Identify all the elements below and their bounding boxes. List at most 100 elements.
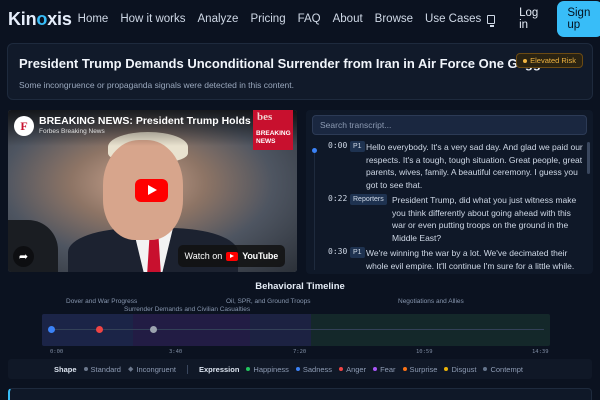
timeline-point[interactable] <box>48 326 55 333</box>
fear-dot-icon <box>373 367 378 371</box>
timeline-band-dover <box>42 314 134 346</box>
transcript-search-input[interactable] <box>312 115 587 135</box>
segment-text: President Trump, did what you just witne… <box>392 195 577 243</box>
youtube-icon <box>226 251 239 261</box>
transcript-scrollbar[interactable] <box>587 142 590 174</box>
legend-item-label: Contempt <box>490 364 523 374</box>
timeline-category-label: Surrender Demands and Civilian Casualtie… <box>124 306 251 313</box>
next-section-card <box>8 388 592 400</box>
channel-avatar[interactable]: F <box>14 116 34 136</box>
timeline-tick-label: 14:39 <box>532 349 549 355</box>
nav-link-browse[interactable]: Browse <box>369 13 419 25</box>
top-nav: Kinoxis Home How it works Analyze Pricin… <box>0 0 600 38</box>
nav-actions: Log in Sign up <box>487 1 600 37</box>
logo-text-post: xis <box>47 8 72 29</box>
legend-expression-item: Fear <box>373 364 396 374</box>
speaker-badge: P1 <box>350 247 365 258</box>
current-segment-dot <box>312 148 317 153</box>
legend-shape-label: Shape <box>54 364 77 374</box>
disgust-dot-icon <box>444 367 449 371</box>
legend-item-label: Standard <box>90 364 121 374</box>
video-channel[interactable]: Forbes Breaking News <box>39 128 105 135</box>
timeline-tick-label: 3:40 <box>169 349 183 355</box>
legend-divider <box>186 364 188 374</box>
legend-expression-item: Happiness <box>246 364 289 374</box>
happiness-dot-icon <box>246 367 251 371</box>
logo[interactable]: Kinoxis <box>8 9 72 30</box>
nav-link-pricing[interactable]: Pricing <box>244 13 291 25</box>
page-subtitle: Some incongruence or propaganda signals … <box>19 80 295 90</box>
watch-on-youtube-button[interactable]: Watch on YouTube <box>177 245 285 267</box>
risk-badge-label: Elevated Risk <box>530 56 576 65</box>
play-icon[interactable] <box>135 179 168 202</box>
legend-expression-item: Disgust <box>444 365 476 374</box>
timeline-point[interactable] <box>149 326 157 333</box>
video-title[interactable]: BREAKING NEWS: President Trump Holds Gag… <box>39 115 277 127</box>
signup-button[interactable]: Sign up <box>557 1 600 37</box>
login-link[interactable]: Log in <box>519 7 539 31</box>
timeline-title: Behavioral Timeline <box>255 281 345 292</box>
timeline-band-oil <box>250 314 312 346</box>
transcript-rail <box>314 150 315 270</box>
watch-on-label: Watch on <box>184 251 223 261</box>
timeline-point[interactable] <box>95 326 103 333</box>
legend-item-label: Surprise <box>409 364 438 374</box>
logo-text-pre: Kin <box>8 8 37 29</box>
timeline-category-label: Oil, SPR, and Ground Troops <box>226 298 311 305</box>
breaking-news-label: BREAKING NEWS <box>256 130 291 145</box>
analysis-header-card: President Trump Demands Unconditional Su… <box>7 43 593 100</box>
legend-item-label: Happiness <box>253 364 289 374</box>
segment-time[interactable]: 0:22 <box>328 194 347 203</box>
risk-badge: Elevated Risk <box>516 53 583 68</box>
segment-text: We're winning the war by a lot. We've de… <box>366 248 575 271</box>
nav-link-how-it-works[interactable]: How it works <box>114 13 191 25</box>
nav-link-analyze[interactable]: Analyze <box>192 13 245 25</box>
segment-time[interactable]: 0:30 <box>328 247 347 256</box>
anger-dot-icon <box>339 367 344 371</box>
nav-links: Home How it works Analyze Pricing FAQ Ab… <box>72 13 488 25</box>
speaker-badge: Reporters <box>350 194 387 205</box>
timeline-legend: Shape Standard ◆ Incongruent Expression H… <box>8 359 592 379</box>
legend-expression-item: Contempt <box>483 365 523 374</box>
sadness-dot-icon <box>295 367 300 371</box>
youtube-label: YouTube <box>242 251 278 261</box>
legend-expression-item: Anger <box>339 365 366 374</box>
monitor-icon[interactable] <box>487 14 496 27</box>
circle-icon <box>83 367 88 371</box>
timeline-tick-label: 10:59 <box>416 349 433 355</box>
legend-item-label: Fear <box>380 364 396 374</box>
nav-link-about[interactable]: About <box>327 13 369 25</box>
legend-item-label: Disgust <box>451 364 477 374</box>
timeline-band-negotiations <box>311 314 550 346</box>
legend-item-label: Incongruent <box>136 364 176 374</box>
contempt-dot-icon <box>483 367 488 371</box>
legend-shape-incongruent: ◆ Incongruent <box>128 365 176 374</box>
share-icon[interactable]: ➦ <box>13 246 34 267</box>
speaker-badge: P1 <box>350 141 365 152</box>
logo-text-o: o <box>36 8 48 29</box>
timeline-axis-line <box>50 329 544 330</box>
nav-link-home[interactable]: Home <box>72 13 115 25</box>
diamond-icon: ◆ <box>127 366 134 373</box>
legend-expression-item: Surprise <box>402 364 438 374</box>
timeline-tick-label: 0:00 <box>50 349 64 355</box>
forbes-breaking-news-logo: bes BREAKING NEWS <box>253 110 293 150</box>
legend-item-label: Anger <box>346 364 367 374</box>
legend-expression-label: Expression <box>198 364 240 374</box>
timeline-tick-label: 7:20 <box>293 349 307 355</box>
timeline-category-label: Dover and War Progress <box>66 298 138 305</box>
legend-item-label: Sadness <box>302 364 333 374</box>
segment-time[interactable]: 0:00 <box>328 141 347 150</box>
timeline-category-label: Negotiations and Allies <box>398 298 464 305</box>
segment-text: Hello everybody. It's a very sad day. An… <box>366 142 583 190</box>
legend-shape-standard: Standard <box>83 364 121 374</box>
forbes-logo-text: bes <box>257 111 273 123</box>
nav-link-use-cases[interactable]: Use Cases <box>419 13 487 25</box>
page-title: President Trump Demands Unconditional Su… <box>19 56 552 71</box>
transcript-panel: 0:00 P1 Hello everybody. It's a very sad… <box>306 110 593 274</box>
surprise-dot-icon <box>402 367 407 371</box>
warning-dot-icon <box>523 58 528 63</box>
nav-link-faq[interactable]: FAQ <box>292 13 327 25</box>
video-player[interactable]: F BREAKING NEWS: President Trump Holds G… <box>8 110 297 272</box>
legend-expression-item: Sadness <box>295 364 333 374</box>
